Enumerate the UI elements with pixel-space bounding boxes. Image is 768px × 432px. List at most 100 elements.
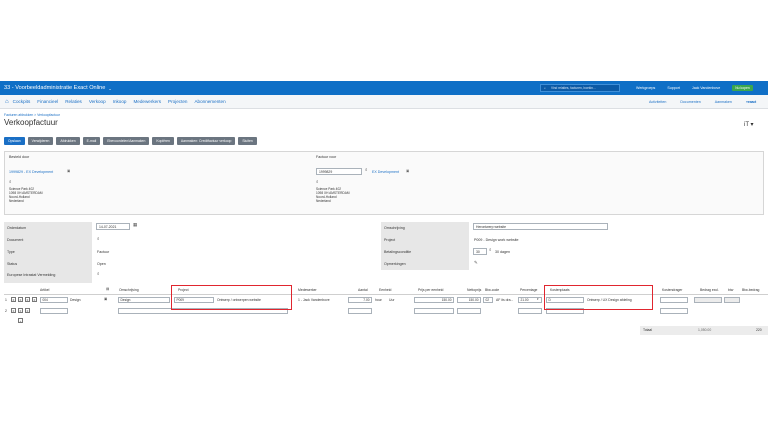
exact-logo: ≡exact [745, 100, 756, 104]
remarks-label: Opmerkingen [384, 262, 406, 266]
page-title: Verkoopfactuur [4, 118, 58, 127]
search-icon[interactable]: ⌕ [489, 247, 492, 252]
project-link[interactable]: P009 - Design work website [474, 238, 519, 242]
description-input[interactable]: Herontwerp website [473, 223, 608, 230]
col-vat-code: Btw-code [485, 288, 500, 292]
top-link-werkgroeps[interactable]: Werkgroeps [636, 86, 655, 90]
note-icon[interactable]: ✎ [474, 260, 478, 266]
quantity-input[interactable]: 7.00 [348, 297, 372, 303]
nav-item-abonnementen[interactable]: Abonnementen [194, 99, 225, 104]
col-unit: Eenheid [379, 288, 392, 292]
nav-item-medewerkers[interactable]: Medewerkers [133, 99, 161, 104]
ordered-by-address: Science Park 402 1098 XH AMSTERDAM Noord… [9, 187, 43, 203]
save-button[interactable]: Opslaan [4, 137, 25, 145]
email-button[interactable]: E-mail [82, 137, 101, 145]
row-action-icon[interactable]: ≡ [25, 308, 30, 313]
chevron-down-icon[interactable]: ⌄ [108, 86, 111, 91]
search-placeholder: Vind relaties, facturen, boekin... [551, 86, 596, 90]
amount-excl-field [694, 297, 722, 303]
col-vat-amount: Btw-bedrag [742, 288, 760, 292]
description-label: Omschrijving [384, 226, 405, 230]
top-link-support[interactable]: Support [667, 86, 680, 90]
document-label: Document [7, 238, 24, 242]
row-number: 1 [5, 298, 7, 302]
cost-unit-input[interactable] [660, 308, 688, 314]
nav-item-cockpits[interactable]: Cockpits [13, 99, 31, 104]
search-icon[interactable]: ⌕ [316, 179, 319, 184]
total-excl-value: 1,050.00 [698, 328, 712, 332]
invoice-to-code-input[interactable]: 1999829 [316, 168, 362, 175]
row-action-icon[interactable]: ≡ [11, 297, 16, 302]
lines-grid-header: Artikel ▤ Omschrijving Project Medewerke… [4, 287, 768, 295]
card-icon[interactable]: ▣ [104, 297, 107, 301]
row-action-icon[interactable]: ≡ [25, 297, 30, 302]
col-description: Omschrijving [119, 288, 139, 292]
create-button[interactable]: Ebevoordelen/Aanmaken [103, 137, 150, 145]
net-price-input[interactable]: 150.00 [457, 297, 481, 303]
nav-item-inkoop[interactable]: Inkoop [113, 99, 127, 104]
nav-item-verkoop[interactable]: Verkoop [89, 99, 106, 104]
search-icon[interactable]: ⌕ [9, 179, 12, 184]
breadcrumb[interactable]: Facturen afdrukken > Verkoopfactuur [4, 113, 60, 117]
top-link-user[interactable]: Jack Vandenbove [692, 86, 720, 90]
cost-unit-input[interactable] [660, 297, 688, 303]
col-quantity: Aantal [358, 288, 368, 292]
vat-name: AF its dra... [496, 298, 514, 302]
row-action-icon[interactable]: ≡ [18, 308, 23, 313]
unit-price-input[interactable]: 150.00 [414, 297, 454, 303]
print-button[interactable]: Afdrukken [56, 137, 80, 145]
unit-code: hour [375, 298, 382, 302]
invoice-to-name-link[interactable]: EX Development [372, 170, 399, 174]
buy-now-badge[interactable]: Nu kopen [732, 85, 753, 91]
status-value: Open [97, 262, 106, 266]
card-icon[interactable]: ▣ [406, 169, 409, 173]
column-settings-icon[interactable]: ▤ [106, 287, 109, 291]
delete-button[interactable]: Verwijderen [27, 137, 54, 145]
app-title[interactable]: 33 - Voorbeeldadministratie Exact Online [0, 85, 105, 91]
unit-price-input[interactable] [414, 308, 454, 314]
article-code-input[interactable] [40, 308, 68, 314]
nav-activiteiten[interactable]: Activiteiten [649, 100, 666, 104]
close-button[interactable]: Sluiten [238, 137, 257, 145]
type-value: Factuur [97, 250, 110, 254]
payment-terms-input[interactable]: 30 [473, 248, 487, 255]
employee-value: 1 - Jack Vandenbove [298, 298, 330, 302]
copy-button[interactable]: Kopiëren [152, 137, 174, 145]
nav-item-financieel[interactable]: Financieel [37, 99, 58, 104]
total-right-value: 220 [756, 328, 762, 332]
nav-item-relaties[interactable]: Relaties [65, 99, 82, 104]
vat-field [724, 297, 740, 303]
search-icon[interactable]: ⌕ [365, 167, 368, 172]
col-percentage: Percentage [520, 288, 538, 292]
article-code-input[interactable]: 004 [40, 297, 68, 303]
ordered-by-link[interactable]: 1999829 - EX Development [9, 170, 53, 174]
nav-aanmaken[interactable]: Aanmaken [715, 100, 732, 104]
row-action-icon[interactable]: ≡ [18, 297, 23, 302]
intrastat-label: Europese Intrastat Vermelding [7, 273, 56, 277]
payment-terms-link[interactable]: 30 dagen [495, 250, 510, 254]
invoice-to-label: Factuur voor [316, 155, 337, 159]
order-date-input[interactable]: 14-07-2021 [96, 223, 130, 230]
calendar-icon[interactable]: ▦ [133, 222, 137, 228]
home-icon[interactable]: ⌂ [5, 99, 9, 105]
row-action-icon[interactable]: ≡ [32, 297, 37, 302]
col-employee: Medewerker [298, 288, 317, 292]
add-row-icon[interactable]: + [18, 318, 23, 323]
settings-menu-icon[interactable]: iT ▾ [744, 121, 754, 128]
create-credit-invoice-button[interactable]: Aanmaken: Creditfactuur verkoop [176, 137, 236, 145]
row-action-icon[interactable]: ≡ [11, 308, 16, 313]
net-price-input[interactable] [457, 308, 481, 314]
app-header: 33 - Voorbeeldadministratie Exact Online… [0, 81, 768, 95]
quantity-input[interactable] [348, 308, 372, 314]
card-icon[interactable]: ▣ [67, 169, 70, 173]
search-input[interactable]: ⌕ Vind relaties, facturen, boekin... [540, 84, 620, 92]
chevron-down-icon[interactable]: ▾ [537, 297, 539, 301]
search-icon[interactable]: ⌕ [97, 236, 100, 241]
nav-documenten[interactable]: Documenten [680, 100, 700, 104]
vat-code-input[interactable]: 02 [483, 297, 493, 303]
payment-terms-label: Betalingsconditie [384, 250, 412, 254]
line-description-input[interactable]: Design [118, 297, 170, 303]
search-icon[interactable]: ⌕ [97, 271, 100, 276]
percentage-select[interactable] [518, 308, 542, 314]
nav-item-projecten[interactable]: Projecten [168, 99, 187, 104]
